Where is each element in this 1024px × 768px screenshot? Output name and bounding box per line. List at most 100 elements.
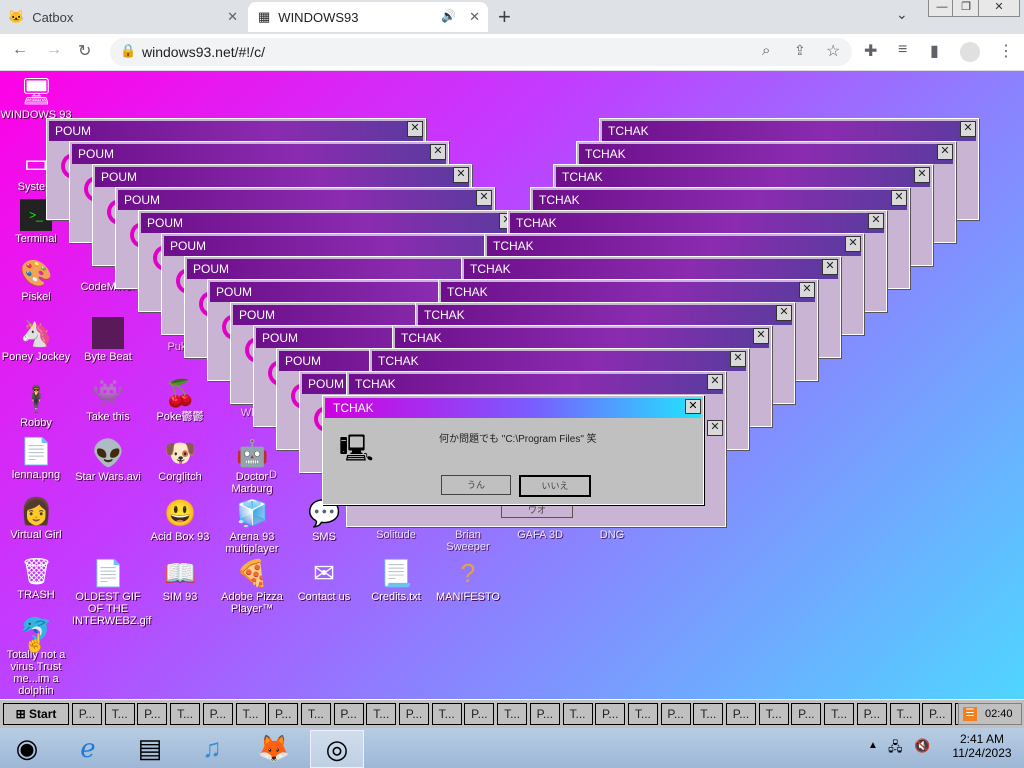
task-button[interactable]: P... <box>333 703 364 725</box>
task-button[interactable]: T... <box>562 703 593 725</box>
internet-explorer-icon[interactable]: ℯ <box>62 730 114 766</box>
desktop-icon[interactable]: 🍕 Adobe Pizza Player™ <box>216 557 288 615</box>
itunes-icon[interactable]: ♫ <box>186 730 238 766</box>
title-bar[interactable]: TCHAK <box>579 144 953 164</box>
tab-catbox[interactable]: 🐱 Catbox ✕ <box>8 2 246 32</box>
close-icon[interactable]: ✕ <box>845 236 861 252</box>
close-icon[interactable]: ✕ <box>469 9 480 25</box>
title-bar[interactable]: POUM <box>72 144 446 164</box>
new-tab-button[interactable]: + <box>498 4 511 30</box>
system-clock[interactable]: 2:41 AM 11/24/2023 <box>940 732 1024 760</box>
desktop-icon[interactable]: ✉ Contact us <box>288 557 360 603</box>
task-button[interactable]: P... <box>137 703 168 725</box>
task-button[interactable]: P... <box>202 703 233 725</box>
speaker-icon[interactable]: 🔊 <box>441 9 456 23</box>
close-icon[interactable]: ✕ <box>822 259 838 275</box>
forward-icon[interactable]: → <box>46 41 62 59</box>
close-icon[interactable]: ✕ <box>891 190 907 206</box>
desktop-icon[interactable]: 👩 Virtual Girl <box>0 495 72 541</box>
title-bar[interactable]: POUM <box>164 236 538 256</box>
desktop-icon[interactable]: 🦄 Poney Jockey <box>0 317 72 363</box>
close-icon[interactable]: ✕ <box>707 420 723 436</box>
desktop-icon[interactable]: 🐬 Totally not a virus.Trust me...im a dol… <box>0 615 72 697</box>
close-icon[interactable]: ✕ <box>776 305 792 321</box>
desktop-icon[interactable]: Solitude <box>360 529 432 541</box>
rss-icon[interactable]: ☰ <box>963 707 977 721</box>
desktop-icon[interactable]: 🖥 WINDOWS 93 <box>0 75 72 121</box>
close-icon[interactable]: ✕ <box>430 144 446 160</box>
task-button[interactable]: T... <box>497 703 528 725</box>
close-icon[interactable]: ✕ <box>685 399 701 414</box>
close-icon[interactable]: ✕ <box>799 282 815 298</box>
network-icon[interactable]: 🖧 <box>888 738 903 760</box>
task-button[interactable]: P... <box>268 703 299 725</box>
yes-button[interactable]: うん <box>441 475 511 495</box>
task-button[interactable]: T... <box>170 703 201 725</box>
desktop-icon[interactable]: D <box>258 469 288 481</box>
title-bar[interactable]: TCHAK <box>487 236 861 256</box>
desktop-icon[interactable]: 📖 SIM 93 <box>144 557 216 603</box>
task-button[interactable]: P... <box>595 703 626 725</box>
task-button[interactable]: P... <box>399 703 429 725</box>
desktop-icon[interactable]: 🍒 Poke鬱鬱 <box>144 377 216 423</box>
task-button[interactable]: T... <box>104 703 135 725</box>
chevron-down-icon[interactable]: ⌄ <box>896 6 908 23</box>
close-icon[interactable]: ✕ <box>914 167 930 183</box>
desktop-icon[interactable]: 🧊 Arena 93 multiplayer <box>216 497 288 555</box>
desktop-icon[interactable]: 👾 Take this <box>72 377 144 423</box>
close-icon[interactable]: ✕ <box>707 374 723 390</box>
title-bar[interactable]: TCHAK <box>464 259 838 279</box>
firefox-icon[interactable]: 🦊 <box>248 730 300 766</box>
title-bar[interactable]: TCHAK <box>602 121 976 141</box>
volume-muted-icon[interactable]: 🔇 <box>914 738 930 754</box>
desktop-icon[interactable]: Byte Beat <box>72 317 144 363</box>
task-button[interactable]: T... <box>824 703 855 725</box>
close-icon[interactable]: ✕ <box>227 9 238 25</box>
close-icon[interactable]: ✕ <box>753 328 769 344</box>
desktop-icon[interactable]: 🐶 Corglitch <box>144 437 216 483</box>
restore-button[interactable]: ❐ <box>952 0 980 17</box>
title-bar[interactable]: TCHAK <box>325 398 701 418</box>
tab-windows93[interactable]: ▦ WINDOWS93 🔊 ✕ <box>248 2 488 32</box>
task-button[interactable]: P... <box>791 703 822 725</box>
desktop-icon[interactable]: 📄 OLDEST GIF OF THE INTERWEBZ.gif <box>72 557 151 627</box>
desktop-icon[interactable]: 🗑 TRASH <box>0 555 72 601</box>
back-icon[interactable]: ← <box>12 41 28 59</box>
close-icon[interactable]: ✕ <box>730 351 746 367</box>
address-bar[interactable]: 🔒 windows93.net/#!/c/ ⌕ ⇪ ☆ <box>110 38 852 66</box>
task-button[interactable]: P... <box>464 703 495 725</box>
title-bar[interactable]: TCHAK <box>418 305 792 325</box>
start-button[interactable]: ⊞ Start <box>3 703 69 725</box>
task-button[interactable]: T... <box>693 703 724 725</box>
tchak-dialog[interactable]: TCHAK ✕ 🖳 何か問題でも "C:\Program Files" 笑 うん… <box>322 395 704 505</box>
media-icon[interactable]: ≡ <box>898 41 907 59</box>
task-button[interactable]: P... <box>856 703 887 725</box>
desktop-icon[interactable]: ? MANIFESTO <box>432 557 504 603</box>
side-panel-icon[interactable]: ▮ <box>930 41 939 61</box>
title-bar[interactable]: TCHAK <box>533 190 907 210</box>
title-bar[interactable]: TCHAK <box>395 328 769 348</box>
no-button[interactable]: いいえ <box>519 475 591 497</box>
bookmark-star-icon[interactable]: ☆ <box>826 41 840 61</box>
chrome-icon[interactable]: ◎ <box>310 730 364 768</box>
task-button[interactable]: T... <box>300 703 331 725</box>
close-window-button[interactable]: ✕ <box>978 0 1020 17</box>
desktop-icon[interactable]: 😃 Acid Box 93 <box>144 497 216 543</box>
task-button[interactable]: P... <box>72 703 102 725</box>
media-center-icon[interactable]: ▤ <box>124 730 176 766</box>
desktop-icon[interactable]: DNG <box>576 529 648 541</box>
task-button[interactable]: T... <box>627 703 658 725</box>
desktop-icon[interactable]: 👽 Star Wars.avi <box>72 437 144 483</box>
desktop-icon[interactable]: 🎨 Piskel <box>0 257 72 303</box>
title-bar[interactable]: TCHAK <box>441 282 815 302</box>
desktop-icon[interactable]: GAFA 3D <box>504 529 576 541</box>
menu-icon[interactable]: ⋮ <box>998 41 1014 61</box>
avatar[interactable] <box>960 42 980 62</box>
reload-icon[interactable]: ↻ <box>78 41 91 61</box>
desktop-icon[interactable]: 📄 lenna.png <box>0 435 72 481</box>
title-bar[interactable]: POUM <box>118 190 492 210</box>
title-bar[interactable]: TCHAK <box>372 351 746 371</box>
desktop-icon[interactable]: 🕴 Robby <box>0 383 72 429</box>
task-button[interactable]: T... <box>431 703 462 725</box>
task-button[interactable]: P... <box>529 703 560 725</box>
